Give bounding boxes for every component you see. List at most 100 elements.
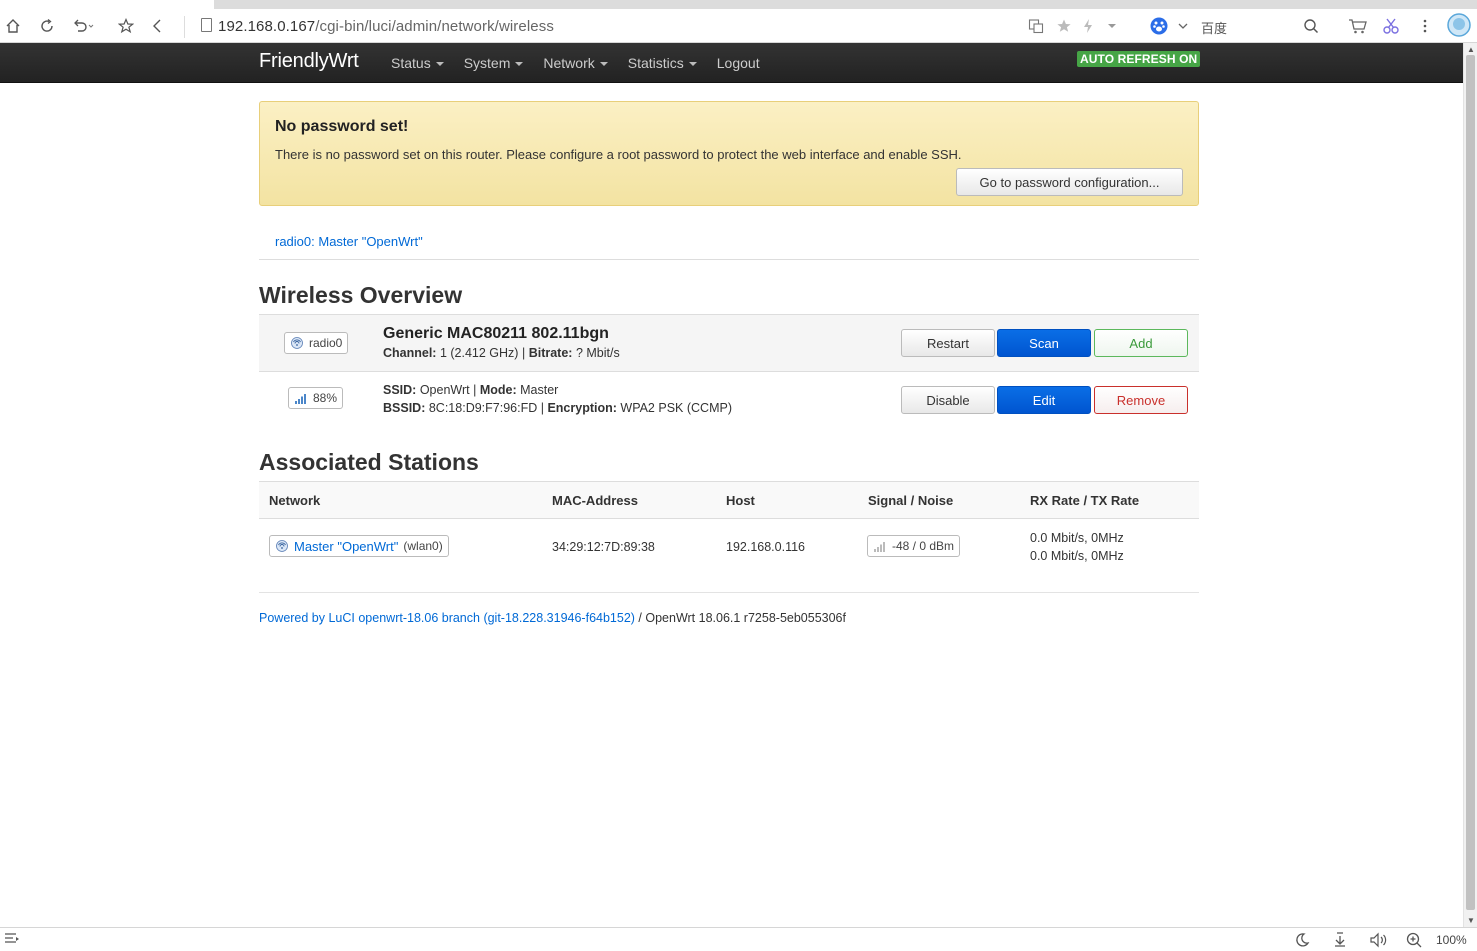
menu-system-label: System xyxy=(463,55,511,71)
url-path: /cgi-bin/luci/admin/network/wireless xyxy=(315,17,554,35)
menu-statistics[interactable]: Statistics xyxy=(628,55,697,71)
alert-message: There is no password set on this router.… xyxy=(275,147,962,162)
address-bar[interactable]: 192.168.0.167/cgi-bin/luci/admin/network… xyxy=(188,14,1128,38)
scan-button[interactable]: Scan xyxy=(997,329,1091,357)
remove-button[interactable]: Remove xyxy=(1094,386,1188,414)
translate-icon[interactable] xyxy=(1023,13,1049,39)
sidebar-toggle-icon[interactable] xyxy=(4,932,20,949)
caret-down-icon xyxy=(435,62,444,66)
encryption-label: Encryption: xyxy=(547,401,617,415)
night-mode-icon[interactable] xyxy=(1294,932,1310,951)
lightning-icon[interactable] xyxy=(1075,13,1101,39)
baidu-paw-icon[interactable] xyxy=(1146,13,1172,39)
station-signal-value: -48 / 0 dBm xyxy=(892,539,955,553)
device-details: Channel: 1 (2.412 GHz) | Bitrate: ? Mbit… xyxy=(383,346,620,360)
signal-badge-label: 88% xyxy=(313,391,338,405)
brand-logo[interactable]: FriendlyWrt xyxy=(259,50,359,73)
back-icon[interactable] xyxy=(145,13,171,39)
favorite-star-icon[interactable] xyxy=(1051,13,1077,39)
network-ssid-line: SSID: OpenWrt | Mode: Master xyxy=(383,383,559,397)
device-name: Generic MAC80211 802.11bgn xyxy=(383,325,609,342)
bookmark-star-icon[interactable] xyxy=(113,13,139,39)
reload-icon[interactable] xyxy=(34,13,60,39)
browser-tabstrip xyxy=(0,0,1477,10)
bitrate-label: Bitrate: xyxy=(528,346,573,360)
caret-down-icon xyxy=(599,62,608,66)
col-signal: Signal / Noise xyxy=(868,493,954,508)
menu-network[interactable]: Network xyxy=(543,55,608,71)
stations-table-header: Network MAC-Address Host Signal / Noise … xyxy=(259,481,1199,519)
ssid-label: SSID: xyxy=(383,383,417,397)
network-bssid-line: BSSID: 8C:18:D9:F7:96:FD | Encryption: W… xyxy=(383,401,732,415)
table-row: Master "OpenWrt" (wlan0) 34:29:12:7D:89:… xyxy=(259,519,1199,592)
tab-radio0[interactable]: radio0: Master "OpenWrt" xyxy=(275,234,423,249)
auto-refresh-badge[interactable]: AUTO REFRESH ON xyxy=(1077,51,1201,67)
menu-logout-label: Logout xyxy=(716,55,760,71)
content-divider xyxy=(259,592,1199,593)
scissors-icon[interactable] xyxy=(1378,13,1404,39)
signal-badge: 88% xyxy=(288,387,344,409)
station-host: 192.168.0.116 xyxy=(726,540,806,554)
ssid-value: OpenWrt xyxy=(419,383,470,397)
scrollbar-thumb[interactable] xyxy=(1466,55,1475,910)
station-mac: 34:29:12:7D:89:38 xyxy=(552,540,655,554)
tab-divider xyxy=(259,259,1199,260)
mode-value: Master xyxy=(520,383,559,397)
home-icon[interactable] xyxy=(0,13,26,39)
caret-down-icon xyxy=(688,62,697,66)
page-footer: Powered by LuCI openwrt-18.06 branch (gi… xyxy=(259,611,846,625)
bssid-value: 8C:18:D9:F7:96:FD xyxy=(428,401,538,415)
station-network-link[interactable]: Master "OpenWrt" xyxy=(294,539,398,554)
password-config-button[interactable]: Go to password configuration... xyxy=(956,168,1183,196)
add-button[interactable]: Add xyxy=(1094,329,1188,357)
menu-system[interactable]: System xyxy=(464,55,524,71)
bssid-label: BSSID: xyxy=(383,401,426,415)
station-signal-badge: -48 / 0 dBm xyxy=(867,535,961,557)
url-text: 192.168.0.167/cgi-bin/luci/admin/network… xyxy=(218,18,554,35)
avatar-icon[interactable] xyxy=(1446,12,1472,38)
page-scrollbar[interactable]: ▲ ▼ xyxy=(1463,43,1477,927)
dropdown-chevron-icon[interactable] xyxy=(1099,13,1125,39)
undo-icon[interactable] xyxy=(70,13,96,39)
signal-strength-icon xyxy=(295,394,306,404)
network-row: 88% SSID: OpenWrt | Mode: Master BSSID: … xyxy=(259,371,1199,428)
scroll-up-arrow-icon[interactable]: ▲ xyxy=(1467,45,1475,54)
radio-badge: radio0 xyxy=(284,332,349,354)
search-engine-chevron-icon[interactable] xyxy=(1170,13,1196,39)
radio-badge-label: radio0 xyxy=(309,336,343,350)
menu-dots-icon[interactable] xyxy=(1412,13,1438,39)
menu-logout[interactable]: Logout xyxy=(717,55,760,71)
powered-by-link[interactable]: Powered by LuCI openwrt-18.06 branch (gi… xyxy=(259,611,635,625)
station-tx-rate: 0.0 Mbit/s, 0MHz xyxy=(1030,549,1124,563)
restart-button[interactable]: Restart xyxy=(901,329,995,357)
scroll-down-arrow-icon[interactable]: ▼ xyxy=(1467,916,1475,925)
station-rx-rate: 0.0 Mbit/s, 0MHz xyxy=(1030,531,1124,545)
search-icon[interactable] xyxy=(1298,13,1324,39)
url-separator xyxy=(184,16,185,38)
station-network-badge[interactable]: Master "OpenWrt" (wlan0) xyxy=(269,535,449,557)
menu-network-label: Network xyxy=(543,55,595,71)
volume-icon[interactable] xyxy=(1369,932,1389,951)
col-host: Host xyxy=(726,493,755,508)
zoom-level[interactable]: 100% xyxy=(1436,933,1467,947)
menu-statistics-label: Statistics xyxy=(627,55,684,71)
col-rate: RX Rate / TX Rate xyxy=(1030,493,1140,508)
menu-status[interactable]: Status xyxy=(391,55,444,71)
browser-toolbar: 192.168.0.167/cgi-bin/luci/admin/network… xyxy=(0,10,1477,43)
wifi-radio-icon xyxy=(291,337,303,349)
search-engine-label[interactable]: 百度 xyxy=(1201,18,1227,37)
col-network: Network xyxy=(269,493,321,508)
channel-label: Channel: xyxy=(383,346,437,360)
luci-navbar: FriendlyWrt Status System Network Statis… xyxy=(0,43,1463,83)
edit-button[interactable]: Edit xyxy=(997,386,1091,414)
version-text: / OpenWrt 18.06.1 r7258-5eb055306f xyxy=(634,611,846,625)
download-icon[interactable] xyxy=(1332,932,1348,951)
signal-strength-icon xyxy=(874,542,885,552)
zoom-icon[interactable] xyxy=(1406,932,1422,951)
cart-icon[interactable] xyxy=(1345,13,1371,39)
disable-button[interactable]: Disable xyxy=(901,386,995,414)
encryption-value: WPA2 PSK (CCMP) xyxy=(620,401,732,415)
no-password-alert: No password set! There is no password se… xyxy=(259,101,1199,206)
wireless-overview-title: Wireless Overview xyxy=(259,282,463,308)
url-host: 192.168.0.167 xyxy=(218,17,316,35)
